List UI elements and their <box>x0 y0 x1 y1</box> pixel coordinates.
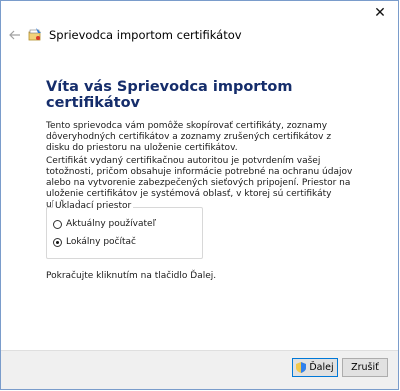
radio-current-user[interactable]: Aktuálny používateľ <box>53 219 156 229</box>
certificate-wizard-icon <box>27 27 43 43</box>
intro-paragraph: Tento sprievodca vám pomôže skopírovať c… <box>46 121 332 153</box>
wizard-footer: Ďalej Zrušiť <box>1 350 398 389</box>
close-icon: ✕ <box>374 5 386 21</box>
storage-location-group: Ukladací priestor Aktuálny používateľ Lo… <box>46 201 203 259</box>
cancel-button-label: Zrušiť <box>351 362 379 373</box>
wizard-content: Víta vás Sprievodca importom certifikáto… <box>46 61 376 281</box>
close-button[interactable]: ✕ <box>370 3 390 23</box>
page-title: Víta vás Sprievodca importom certifikáto… <box>46 79 293 111</box>
uac-shield-icon <box>296 362 307 373</box>
radio-button-checked[interactable] <box>53 237 62 247</box>
radio-label-current-user: Aktuálny používateľ <box>66 219 156 229</box>
radio-label-local-machine: Lokálny počítač <box>66 237 136 247</box>
radio-local-machine[interactable]: Lokálny počítač <box>53 237 136 247</box>
back-arrow-icon[interactable] <box>9 30 21 40</box>
cancel-button[interactable]: Zrušiť <box>342 358 388 377</box>
next-button-label: Ďalej <box>309 362 334 373</box>
radio-button-unchecked[interactable] <box>53 219 62 229</box>
wizard-window: ✕ Sprievodca importom certifikátov Víta … <box>0 0 399 390</box>
wizard-header: Sprievodca importom certifikátov <box>1 21 398 49</box>
storage-legend: Ukladací priestor <box>53 201 134 211</box>
wizard-title: Sprievodca importom certifikátov <box>49 28 242 42</box>
next-button[interactable]: Ďalej <box>292 358 338 377</box>
continue-instruction: Pokračujte kliknutím na tlačidlo Ďalej. <box>46 271 217 281</box>
